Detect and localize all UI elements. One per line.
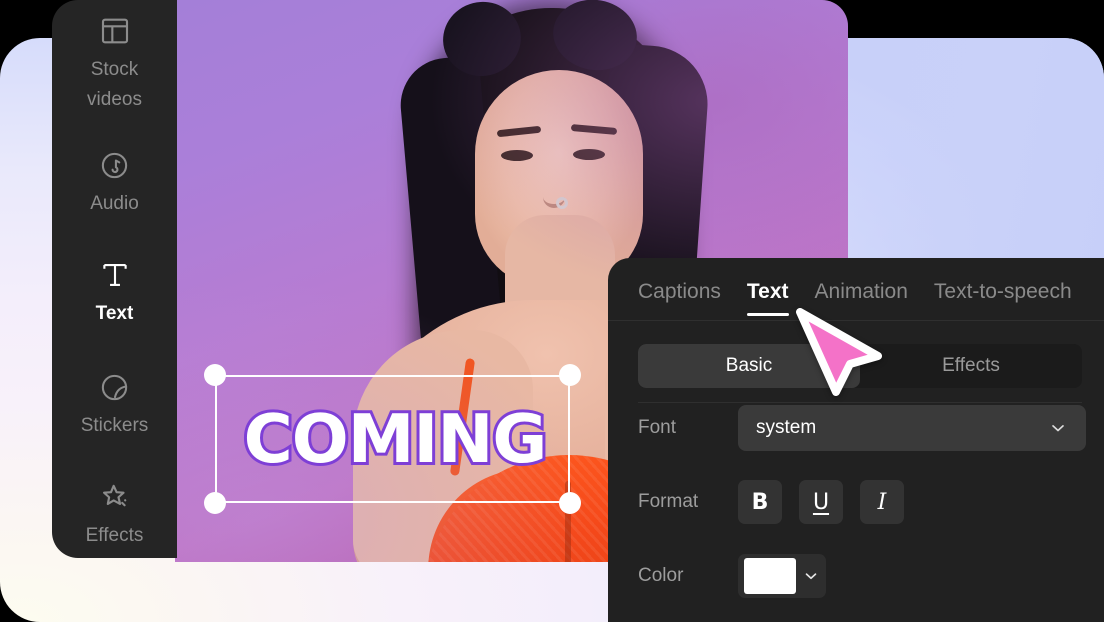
sidebar-item-stock-videos[interactable]: Stock videos (52, 14, 177, 115)
format-row: Format B U I (638, 480, 921, 524)
font-value: system (756, 417, 817, 438)
tab-captions[interactable]: Captions (638, 280, 721, 316)
italic-glyph: I (877, 489, 887, 515)
color-swatch[interactable] (744, 558, 796, 594)
sticker-circle-icon (99, 370, 130, 404)
color-picker[interactable] (738, 554, 826, 598)
bold-glyph: B (751, 489, 769, 515)
resize-handle-bottom-right[interactable] (559, 492, 581, 514)
canvas-text-element[interactable]: COMING (240, 397, 551, 481)
audio-note-icon (99, 148, 130, 182)
video-editor-screenshot: COMING Stock videos Audio Text Stickers … (0, 0, 1104, 622)
sidebar-item-audio[interactable]: Audio (52, 148, 177, 219)
resize-handle-top-right[interactable] (559, 364, 581, 386)
underline-glyph: U (812, 489, 830, 515)
sidebar-item-label: Stickers (80, 415, 149, 436)
italic-button[interactable]: I (860, 480, 904, 524)
color-row: Color (638, 554, 826, 598)
sparkle-star-icon (99, 480, 131, 514)
basic-effects-segmented-control: Basic Effects (638, 344, 1082, 388)
layout-grid-icon (99, 14, 131, 48)
sidebar-item-text[interactable]: Text (52, 258, 177, 329)
tab-text-to-speech[interactable]: Text-to-speech (934, 280, 1072, 316)
sidebar-item-effects[interactable]: Effects (52, 480, 177, 551)
sidebar-item-label-2: videos (87, 89, 142, 110)
sidebar-item-label: Text (95, 303, 134, 324)
left-sidebar: Stock videos Audio Text Stickers Effects (52, 0, 177, 558)
text-t-icon (98, 258, 132, 292)
section-divider (638, 402, 1082, 403)
chevron-down-icon (802, 567, 820, 585)
segment-effects[interactable]: Effects (860, 344, 1082, 388)
format-label: Format (638, 491, 699, 512)
sidebar-item-stickers[interactable]: Stickers (52, 370, 177, 441)
tab-divider (608, 320, 1104, 321)
bold-button[interactable]: B (738, 480, 782, 524)
sidebar-item-label: Stock (90, 59, 139, 80)
sidebar-item-label: Audio (90, 193, 139, 214)
resize-handle-bottom-left[interactable] (204, 492, 226, 514)
font-label: Font (638, 417, 677, 438)
chevron-down-icon (1048, 418, 1068, 438)
font-row: Font system (638, 405, 1086, 451)
segment-basic[interactable]: Basic (638, 344, 860, 388)
sidebar-item-label: Effects (85, 525, 144, 546)
tab-animation[interactable]: Animation (815, 280, 908, 316)
tab-text[interactable]: Text (746, 280, 789, 316)
underline-button[interactable]: U (799, 480, 843, 524)
font-select[interactable]: system (738, 405, 1086, 451)
resize-handle-top-left[interactable] (204, 364, 226, 386)
color-label: Color (638, 565, 684, 586)
panel-tab-bar: Captions Text Animation Text-to-speech (608, 258, 1104, 320)
